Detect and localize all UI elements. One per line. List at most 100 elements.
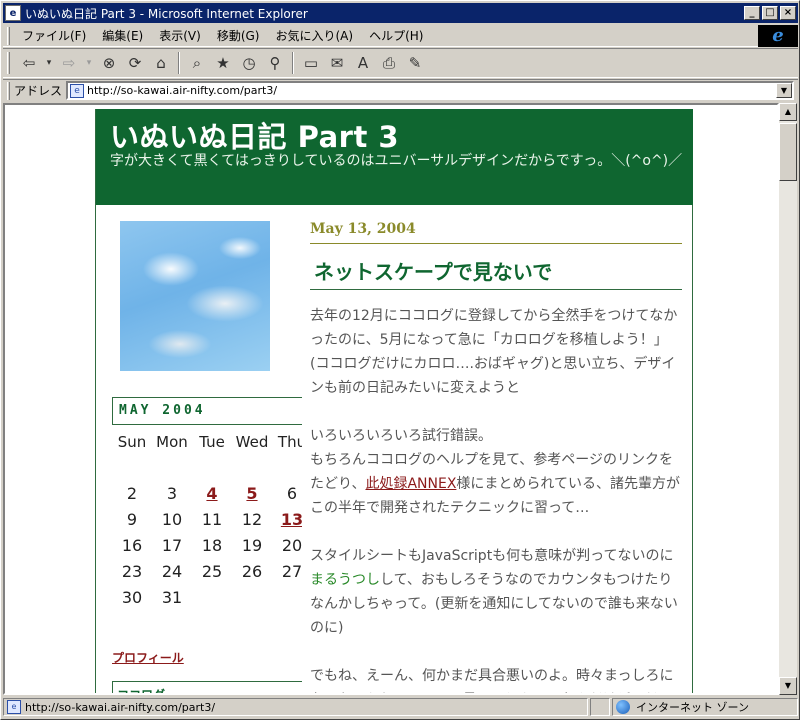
address-grip[interactable]: [7, 81, 10, 100]
calendar-day: 19: [241, 536, 263, 555]
post-date: May 13, 2004: [310, 221, 682, 244]
calendar-day: [152, 455, 192, 481]
calendar-day: 23: [121, 562, 143, 581]
calendar-month: MAY 2004: [112, 397, 302, 425]
menu-edit[interactable]: 編集(E): [94, 27, 151, 44]
calendar-day: 5: [232, 481, 272, 507]
calendar-day: 24: [161, 562, 183, 581]
menu-favorites[interactable]: お気に入り(A): [267, 27, 361, 44]
address-dropdown-icon[interactable]: ▼: [776, 83, 792, 98]
post-body: 去年の12月にココログに登録してから全然手をつけてなかったのに、5月になって急に…: [310, 304, 682, 693]
toolbar-grip[interactable]: [7, 52, 10, 74]
calendar-day: 17: [161, 536, 183, 555]
toolbar-separator: [292, 52, 294, 74]
favorites-icon[interactable]: ★: [210, 51, 236, 75]
calendar-day: 30: [121, 588, 143, 607]
post-title: ネットスケープで見ないで: [310, 256, 682, 290]
scroll-thumb[interactable]: [779, 123, 797, 181]
refresh-icon[interactable]: ⟳: [122, 51, 148, 75]
print-icon[interactable]: ⎙: [376, 51, 402, 75]
calendar-day: 13: [272, 507, 302, 533]
status-zone-cell: インターネット ゾーン: [612, 698, 798, 716]
main-column: May 13, 2004 ネットスケープで見ないで 去年の12月にココログに登録…: [310, 221, 682, 693]
calendar-day: [232, 455, 272, 481]
menu-file[interactable]: ファイル(F): [14, 27, 94, 44]
calendar-day: 12: [241, 510, 263, 529]
site-description: 字が大きくて黒くてはっきりしているのはユニバーサルデザインだからですっ。＼(^o…: [110, 153, 683, 169]
font-size-icon[interactable]: A: [350, 51, 376, 75]
channels-icon[interactable]: ⚲: [262, 51, 288, 75]
menu-help[interactable]: ヘルプ(H): [361, 27, 431, 44]
browser-window: e いぬいぬ日記 Part 3 - Microsoft Internet Exp…: [0, 0, 800, 720]
calendar-day: [272, 585, 302, 611]
vertical-scrollbar[interactable]: ▲ ▼: [779, 103, 797, 695]
calendar-weekday: Sun: [117, 433, 147, 451]
search-icon[interactable]: ⌕: [184, 51, 210, 75]
site-title: いぬいぬ日記 Part 3: [110, 120, 400, 154]
calendar-day: 20: [281, 536, 302, 555]
maximize-button[interactable]: □: [762, 6, 778, 20]
profile-link[interactable]: プロフィール: [112, 649, 184, 666]
post-text: いろいろいろいろ試行錯誤。: [310, 428, 492, 444]
mail-icon[interactable]: ✉: [324, 51, 350, 75]
calendar-weekday: Tue: [199, 433, 225, 451]
history-icon[interactable]: ◷: [236, 51, 262, 75]
scroll-up-icon[interactable]: ▲: [779, 103, 797, 121]
status-bar: e http://so-kawai.air-nifty.com/part3/ イ…: [3, 697, 798, 717]
calendar-day: 11: [201, 510, 223, 529]
blog-page: いぬいぬ日記 Part 3 字が大きくて黒くてはっきりしているのはユニバーサルデ…: [95, 109, 693, 693]
close-button[interactable]: ×: [780, 6, 796, 20]
calendar-day: [192, 455, 232, 481]
calendar-day: [192, 585, 232, 611]
forward-dropdown-icon[interactable]: ▾: [82, 51, 96, 75]
menu-view[interactable]: 表示(V): [151, 27, 209, 44]
calendar-day: [272, 455, 302, 481]
address-field[interactable]: e ▼: [66, 81, 794, 100]
page-status-icon: e: [7, 700, 21, 714]
scroll-down-icon[interactable]: ▼: [779, 677, 797, 695]
menu-go[interactable]: 移動(G): [209, 27, 268, 44]
calendar-day: 18: [201, 536, 223, 555]
calendar-day: 10: [161, 510, 183, 529]
menu-grip[interactable]: [7, 26, 10, 45]
calendar-day: 26: [241, 562, 263, 581]
status-zone: インターネット ゾーン: [636, 701, 749, 714]
toolbar-separator: [178, 52, 180, 74]
calendar-day-link[interactable]: 4: [206, 484, 217, 503]
post-paragraph: でもね、えーん、何かまだ具合悪いのよ。時々まっしろになっちゃうし。Safariで…: [310, 668, 674, 693]
calendar-day-link[interactable]: 13: [281, 510, 302, 529]
post-paragraph: 去年の12月にココログに登録してから全然手をつけてなかったのに、5月になって急に…: [310, 308, 678, 396]
home-icon[interactable]: ⌂: [148, 51, 174, 75]
back-dropdown-icon[interactable]: ▾: [42, 51, 56, 75]
page-icon: e: [70, 83, 85, 98]
calendar-weekday: Wed: [235, 433, 269, 451]
calendar-grid: SunMonTueWedThuFriSat1234567891011121314…: [112, 429, 302, 611]
post-text: スタイルシートもJavaScriptも何も意味が判ってないのに: [310, 548, 674, 564]
ie-logo-icon: e: [758, 24, 798, 47]
calendar-day: [232, 585, 272, 611]
back-arrow-icon[interactable]: ⇦: [16, 51, 42, 75]
post-paragraph: スタイルシートもJavaScriptも何も意味が判ってないのにまるうつしして、お…: [310, 544, 682, 640]
calendar-day-link[interactable]: 5: [246, 484, 257, 503]
minimize-button[interactable]: _: [744, 6, 760, 20]
calendar-day: 2: [126, 484, 138, 503]
edit-icon[interactable]: ✎: [402, 51, 428, 75]
calendar-weekday: Mon: [156, 433, 188, 451]
calendar-day: 16: [121, 536, 143, 555]
stop-icon[interactable]: ⊗: [96, 51, 122, 75]
internet-zone-globe-icon: [616, 700, 630, 714]
address-label: アドレス: [14, 84, 63, 98]
profile-image: [120, 221, 270, 371]
calendar-day: 31: [161, 588, 183, 607]
shokoroku-annex-link[interactable]: 此処録ANNEX: [365, 476, 456, 492]
menu-bar: ファイル(F) 編集(E) 表示(V) 移動(G) お気に入り(A) ヘルプ(H…: [3, 24, 798, 47]
address-input[interactable]: [87, 84, 776, 97]
forward-arrow-icon[interactable]: ⇨: [56, 51, 82, 75]
calendar-weekday: Thu: [277, 433, 302, 451]
calendar-day: 27: [281, 562, 302, 581]
calendar-day: 6: [286, 484, 298, 503]
marutsushi-link[interactable]: まるうつし: [310, 572, 380, 588]
window-title: いぬいぬ日記 Part 3 - Microsoft Internet Explo…: [25, 6, 308, 21]
fullscreen-icon[interactable]: ▭: [298, 51, 324, 75]
ie-page-icon: e: [5, 5, 21, 21]
